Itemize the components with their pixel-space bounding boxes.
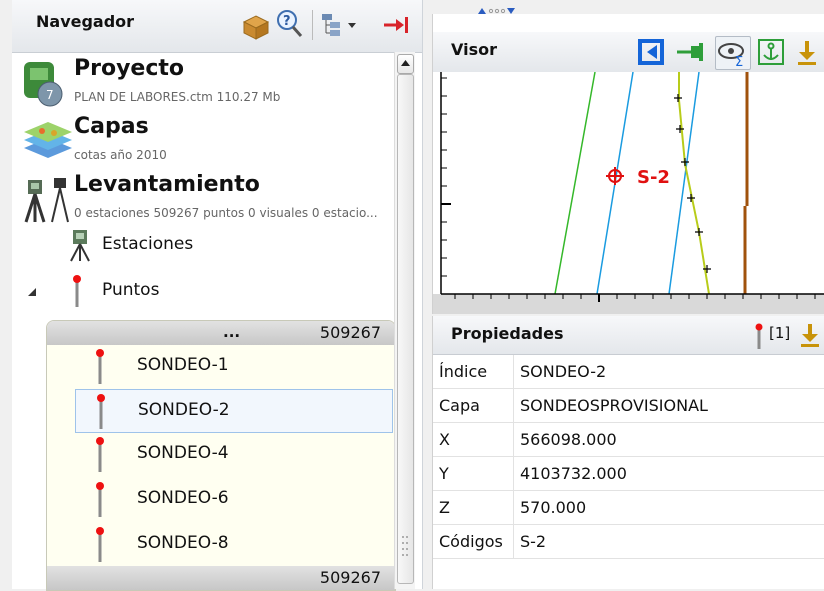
layers-icon [24, 122, 72, 158]
list-footer-count: 509267 [319, 568, 381, 587]
group-subtitle: cotas año 2010 [74, 148, 167, 162]
list-item-label: SONDEO-4 [137, 443, 229, 463]
collapse-panel-icon[interactable] [382, 14, 412, 36]
station-icon [70, 230, 90, 262]
group-capas[interactable]: Capas cotas año 2010 [22, 114, 402, 168]
eye-sum-icon: Σ [718, 43, 744, 70]
svg-text:Σ: Σ [735, 55, 743, 69]
navigator-scrollbar[interactable] [394, 52, 415, 589]
survey-icon [24, 178, 69, 223]
open-box-icon[interactable] [240, 12, 272, 40]
group-levantamiento[interactable]: Levantamiento 0 estaciones 509267 puntos… [22, 172, 402, 226]
marker-label: S-2 [637, 167, 670, 188]
list-item-label: SONDEO-8 [137, 533, 229, 553]
bottom-ruler [433, 293, 824, 314]
tree-item-estaciones[interactable]: Estaciones [54, 228, 384, 262]
property-key: X [439, 430, 450, 449]
property-key: Y [439, 464, 449, 483]
point-marker-icon [755, 323, 763, 349]
visor-header: Visor Σ [433, 32, 824, 73]
point-marker-icon [96, 527, 104, 562]
scroll-up-button[interactable] [397, 54, 414, 74]
toolbar-separator [312, 10, 313, 40]
tree-item-puntos[interactable]: Puntos [26, 274, 356, 308]
search-help-icon[interactable]: ? [274, 8, 304, 40]
point-marker-icon [96, 437, 104, 472]
navigator-title: Navegador [36, 12, 135, 31]
property-value[interactable]: SONDEOSPROVISIONAL [513, 389, 820, 422]
list-item-sondeo-1[interactable]: SONDEO-1 [75, 345, 393, 387]
group-subtitle: PLAN DE LABORES.ctm 110.27 Mb [74, 90, 281, 104]
list-header-dots[interactable]: ... [223, 323, 240, 341]
map-canvas[interactable]: S-2 [433, 72, 824, 314]
property-key: Códigos [439, 532, 503, 551]
navigator-header: Navegador ? [12, 0, 422, 53]
group-subtitle: 0 estaciones 509267 puntos 0 visuales 0 … [74, 206, 378, 220]
properties-header: Propiedades [1] [433, 316, 824, 355]
list-item-label: SONDEO-2 [138, 400, 230, 420]
expanded-triangle-icon[interactable] [26, 286, 38, 298]
list-item-label: SONDEO-6 [137, 488, 229, 508]
list-item-sondeo-8[interactable]: SONDEO-8 [75, 523, 393, 565]
point-marker-icon [96, 482, 104, 517]
project-icon: 7 [24, 62, 63, 107]
point-marker-icon [96, 349, 104, 384]
property-row-z[interactable]: Z 570.000 [433, 491, 824, 525]
download-arrow-icon[interactable] [799, 322, 821, 348]
tree-item-label: Estaciones [102, 234, 194, 254]
property-value[interactable]: 4103732.000 [513, 457, 820, 490]
svg-text:7: 7 [46, 88, 54, 102]
grip-dots-icon [402, 536, 408, 556]
property-row-indice[interactable]: Índice SONDEO-2 [433, 355, 824, 389]
selection-count: [1] [769, 324, 791, 342]
visor-panel: Visor Σ S-2 [432, 14, 824, 314]
list-item-label: SONDEO-1 [137, 355, 229, 375]
scroll-up-arrow-icon [401, 60, 410, 66]
group-title: Levantamiento [74, 172, 260, 197]
property-row-y[interactable]: Y 4103732.000 [433, 457, 824, 491]
view-sum-toggle[interactable]: Σ [715, 36, 751, 70]
point-marker-icon [73, 275, 81, 307]
svg-text:?: ? [283, 14, 291, 29]
property-key: Capa [439, 396, 480, 415]
visor-title: Visor [451, 40, 497, 59]
dock-left-icon[interactable] [637, 38, 665, 66]
download-arrow-icon[interactable] [795, 38, 819, 66]
list-item-sondeo-6[interactable]: SONDEO-6 [75, 478, 393, 520]
group-title: Proyecto [74, 56, 185, 81]
scroll-thumb[interactable] [397, 74, 414, 584]
group-proyecto[interactable]: 7 Proyecto PLAN DE LABORES.ctm 110.27 Mb [22, 56, 402, 110]
points-list: ... 509267 SONDEO-1 SONDEO-2 SONDEO-4 SO… [46, 320, 396, 591]
point-marker-icon [97, 394, 105, 429]
points-list-footer: 509267 [47, 566, 395, 590]
property-key: Índice [439, 362, 488, 381]
group-title: Capas [74, 114, 149, 139]
navigator-panel: Navegador ? 7 Proyecto PLAN DE LABORES.c… [12, 0, 423, 591]
property-value[interactable]: SONDEO-2 [513, 355, 820, 388]
property-row-capa[interactable]: Capa SONDEOSPROVISIONAL [433, 389, 824, 423]
property-key: Z [439, 498, 450, 517]
properties-panel: Propiedades [1] Índice SONDEO-2 Capa SON… [432, 316, 824, 589]
points-list-header: ... 509267 [47, 321, 395, 345]
tree-item-label: Puntos [102, 280, 160, 300]
list-item-sondeo-2[interactable]: SONDEO-2 [75, 389, 393, 433]
property-value[interactable]: 570.000 [513, 491, 820, 524]
tree-view-dropdown-icon[interactable] [320, 12, 360, 38]
property-row-codigos[interactable]: Códigos S-2 [433, 525, 824, 559]
list-item-sondeo-4[interactable]: SONDEO-4 [75, 433, 393, 475]
property-value[interactable]: S-2 [513, 525, 820, 558]
properties-title: Propiedades [451, 324, 564, 343]
pin-icon[interactable] [675, 40, 707, 64]
property-value[interactable]: 566098.000 [513, 423, 820, 456]
list-header-count: 509267 [319, 323, 381, 342]
property-row-x[interactable]: X 566098.000 [433, 423, 824, 457]
anchor-icon[interactable] [757, 38, 785, 66]
